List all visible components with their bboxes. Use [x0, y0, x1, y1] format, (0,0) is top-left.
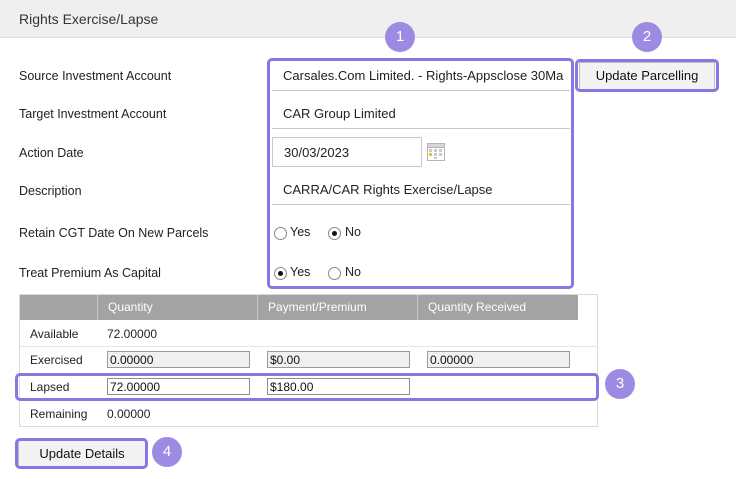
action-date-label: Action Date — [19, 146, 84, 160]
annotation-badge-3: 3 — [605, 369, 635, 399]
annotation-badge-2: 2 — [632, 22, 662, 52]
table-header: Quantity Payment/Premium Quantity Receiv… — [20, 295, 578, 320]
available-label: Available — [30, 327, 79, 341]
exercised-label: Exercised — [30, 353, 83, 367]
exercised-quantity-input[interactable]: 0.00000 — [107, 351, 250, 368]
annotation-badge-1: 1 — [385, 22, 415, 52]
highlight-box-3 — [15, 373, 599, 401]
row-divider — [20, 346, 597, 347]
page-title: Rights Exercise/Lapse — [19, 11, 159, 27]
retain-cgt-label: Retain CGT Date On New Parcels — [19, 226, 209, 240]
remaining-label: Remaining — [30, 407, 88, 421]
col-payment-header: Payment/Premium — [257, 295, 417, 320]
source-account-label: Source Investment Account — [19, 69, 172, 83]
target-account-label: Target Investment Account — [19, 107, 167, 121]
highlight-box-1 — [267, 58, 574, 289]
description-label: Description — [19, 184, 82, 198]
remaining-quantity: 0.00000 — [107, 407, 151, 421]
treat-premium-label: Treat Premium As Capital — [19, 266, 161, 280]
highlight-box-2 — [575, 59, 719, 92]
col-received-header: Quantity Received — [417, 295, 578, 320]
exercised-received-input[interactable]: 0.00000 — [427, 351, 570, 368]
exercised-payment-input[interactable]: $0.00 — [267, 351, 410, 368]
annotation-badge-4: 4 — [152, 437, 182, 467]
available-quantity: 72.00000 — [107, 327, 158, 341]
page-header: Rights Exercise/Lapse — [0, 0, 736, 38]
parcel-table: Quantity Payment/Premium Quantity Receiv… — [19, 294, 598, 427]
col-quantity-header: Quantity — [97, 295, 257, 320]
highlight-box-4 — [15, 438, 148, 469]
